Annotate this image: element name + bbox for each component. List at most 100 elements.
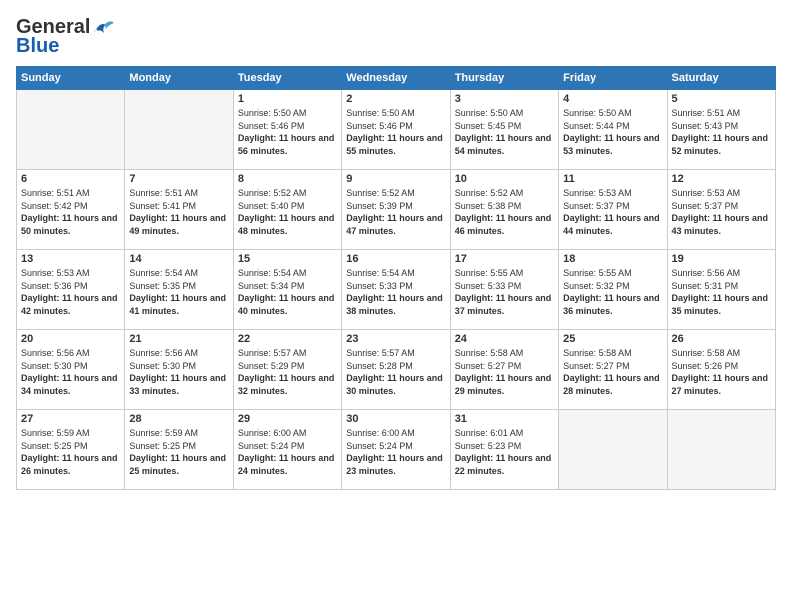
calendar-cell: 21Sunrise: 5:56 AMSunset: 5:30 PMDayligh… (125, 330, 233, 410)
day-info: Sunrise: 5:50 AMSunset: 5:45 PMDaylight:… (455, 107, 554, 157)
calendar-cell: 11 Sunrise: 5:53 AMSunset: 5:37 PMDayligh… (559, 170, 667, 250)
day-info: Sunrise: 5:53 AMSunset: 5:36 PMDaylight:… (21, 267, 120, 317)
calendar-cell (667, 410, 775, 490)
day-info: Sunrise: 5:56 AMSunset: 5:30 PMDaylight:… (129, 347, 228, 397)
calendar-cell: 26Sunrise: 5:58 AMSunset: 5:26 PMDayligh… (667, 330, 775, 410)
column-header-wednesday: Wednesday (342, 67, 450, 90)
day-number: 30 (346, 413, 445, 425)
calendar-cell: 6 Sunrise: 5:51 AMSunset: 5:42 PMDaylight… (17, 170, 125, 250)
day-number: 10 (455, 173, 554, 185)
logo-bird-icon (92, 19, 114, 37)
day-info: Sunrise: 5:54 AMSunset: 5:35 PMDaylight:… (129, 267, 228, 317)
day-info: Sunrise: 5:52 AMSunset: 5:38 PMDaylight:… (455, 187, 554, 237)
calendar-cell: 15 Sunrise: 5:54 AMSunset: 5:34 PMDayligh… (233, 250, 341, 330)
calendar-cell: 17 Sunrise: 5:55 AMSunset: 5:33 PMDayligh… (450, 250, 558, 330)
column-header-thursday: Thursday (450, 67, 558, 90)
calendar-cell: 25 Sunrise: 5:58 AMSunset: 5:27 PMDayligh… (559, 330, 667, 410)
day-number: 11 (563, 173, 662, 185)
day-number: 2 (346, 93, 445, 105)
day-info: Sunrise: 5:50 AMSunset: 5:46 PMDaylight:… (238, 107, 337, 157)
day-number: 24 (455, 333, 554, 345)
calendar-cell: 8Sunrise: 5:52 AMSunset: 5:40 PMDaylight… (233, 170, 341, 250)
calendar-cell: 27 Sunrise: 5:59 AMSunset: 5:25 PMDayligh… (17, 410, 125, 490)
calendar-cell: 13 Sunrise: 5:53 AMSunset: 5:36 PMDayligh… (17, 250, 125, 330)
day-number: 28 (129, 413, 228, 425)
column-header-friday: Friday (559, 67, 667, 90)
calendar-cell: 5 Sunrise: 5:51 AMSunset: 5:43 PMDaylight… (667, 90, 775, 170)
day-number: 15 (238, 253, 337, 265)
day-info: Sunrise: 5:59 AMSunset: 5:25 PMDaylight:… (129, 427, 228, 477)
day-info: Sunrise: 5:51 AMSunset: 5:43 PMDaylight:… (672, 107, 771, 157)
day-info: Sunrise: 5:51 AMSunset: 5:41 PMDaylight:… (129, 187, 228, 237)
day-number: 27 (21, 413, 120, 425)
calendar-cell: 24Sunrise: 5:58 AMSunset: 5:27 PMDayligh… (450, 330, 558, 410)
calendar-week-row: 13 Sunrise: 5:53 AMSunset: 5:36 PMDayligh… (17, 250, 776, 330)
day-number: 29 (238, 413, 337, 425)
calendar-week-row: 20 Sunrise: 5:56 AMSunset: 5:30 PMDayligh… (17, 330, 776, 410)
day-number: 16 (346, 253, 445, 265)
calendar-header-row: SundayMondayTuesdayWednesdayThursdayFrid… (17, 67, 776, 90)
day-number: 12 (672, 173, 771, 185)
day-info: Sunrise: 5:59 AMSunset: 5:25 PMDaylight:… (21, 427, 120, 477)
calendar-week-row: 6 Sunrise: 5:51 AMSunset: 5:42 PMDaylight… (17, 170, 776, 250)
logo-blue: Blue (16, 35, 59, 58)
column-header-tuesday: Tuesday (233, 67, 341, 90)
calendar-cell: 14 Sunrise: 5:54 AMSunset: 5:35 PMDayligh… (125, 250, 233, 330)
day-info: Sunrise: 5:52 AMSunset: 5:40 PMDaylight:… (238, 187, 337, 237)
calendar-week-row: 27 Sunrise: 5:59 AMSunset: 5:25 PMDayligh… (17, 410, 776, 490)
calendar-cell: 30 Sunrise: 6:00 AMSunset: 5:24 PMDayligh… (342, 410, 450, 490)
day-info: Sunrise: 5:50 AMSunset: 5:44 PMDaylight:… (563, 107, 662, 157)
calendar-cell: 16 Sunrise: 5:54 AMSunset: 5:33 PMDayligh… (342, 250, 450, 330)
day-number: 31 (455, 413, 554, 425)
day-number: 9 (346, 173, 445, 185)
day-info: Sunrise: 6:00 AMSunset: 5:24 PMDaylight:… (238, 427, 337, 477)
page-header: General Blue (16, 16, 776, 58)
calendar-cell (125, 90, 233, 170)
day-number: 13 (21, 253, 120, 265)
logo: General Blue (16, 16, 114, 58)
day-info: Sunrise: 5:54 AMSunset: 5:34 PMDaylight:… (238, 267, 337, 317)
day-number: 20 (21, 333, 120, 345)
calendar-cell: 9 Sunrise: 5:52 AMSunset: 5:39 PMDaylight… (342, 170, 450, 250)
calendar-cell: 2 Sunrise: 5:50 AMSunset: 5:46 PMDaylight… (342, 90, 450, 170)
day-info: Sunrise: 6:00 AMSunset: 5:24 PMDaylight:… (346, 427, 445, 477)
day-number: 7 (129, 173, 228, 185)
day-number: 25 (563, 333, 662, 345)
calendar-cell: 3 Sunrise: 5:50 AMSunset: 5:45 PMDaylight… (450, 90, 558, 170)
day-number: 14 (129, 253, 228, 265)
column-header-monday: Monday (125, 67, 233, 90)
day-info: Sunrise: 5:55 AMSunset: 5:33 PMDaylight:… (455, 267, 554, 317)
day-info: Sunrise: 5:54 AMSunset: 5:33 PMDaylight:… (346, 267, 445, 317)
day-info: Sunrise: 5:50 AMSunset: 5:46 PMDaylight:… (346, 107, 445, 157)
calendar-cell: 1Sunrise: 5:50 AMSunset: 5:46 PMDaylight… (233, 90, 341, 170)
day-number: 17 (455, 253, 554, 265)
calendar-cell (559, 410, 667, 490)
calendar-cell: 19Sunrise: 5:56 AMSunset: 5:31 PMDayligh… (667, 250, 775, 330)
calendar-cell: 22Sunrise: 5:57 AMSunset: 5:29 PMDayligh… (233, 330, 341, 410)
day-info: Sunrise: 5:57 AMSunset: 5:29 PMDaylight:… (238, 347, 337, 397)
day-info: Sunrise: 5:58 AMSunset: 5:27 PMDaylight:… (563, 347, 662, 397)
day-info: Sunrise: 5:51 AMSunset: 5:42 PMDaylight:… (21, 187, 120, 237)
calendar-cell: 7 Sunrise: 5:51 AMSunset: 5:41 PMDaylight… (125, 170, 233, 250)
day-info: Sunrise: 6:01 AMSunset: 5:23 PMDaylight:… (455, 427, 554, 477)
calendar-cell: 23Sunrise: 5:57 AMSunset: 5:28 PMDayligh… (342, 330, 450, 410)
day-info: Sunrise: 5:52 AMSunset: 5:39 PMDaylight:… (346, 187, 445, 237)
calendar-cell: 20 Sunrise: 5:56 AMSunset: 5:30 PMDayligh… (17, 330, 125, 410)
column-header-sunday: Sunday (17, 67, 125, 90)
day-info: Sunrise: 5:57 AMSunset: 5:28 PMDaylight:… (346, 347, 445, 397)
day-info: Sunrise: 5:56 AMSunset: 5:30 PMDaylight:… (21, 347, 120, 397)
calendar-cell: 31 Sunrise: 6:01 AMSunset: 5:23 PMDayligh… (450, 410, 558, 490)
day-info: Sunrise: 5:53 AMSunset: 5:37 PMDaylight:… (563, 187, 662, 237)
calendar-cell: 18Sunrise: 5:55 AMSunset: 5:32 PMDayligh… (559, 250, 667, 330)
day-number: 26 (672, 333, 771, 345)
calendar-cell (17, 90, 125, 170)
calendar-cell: 28 Sunrise: 5:59 AMSunset: 5:25 PMDayligh… (125, 410, 233, 490)
day-number: 5 (672, 93, 771, 105)
day-info: Sunrise: 5:55 AMSunset: 5:32 PMDaylight:… (563, 267, 662, 317)
calendar-cell: 12Sunrise: 5:53 AMSunset: 5:37 PMDayligh… (667, 170, 775, 250)
day-number: 6 (21, 173, 120, 185)
day-number: 19 (672, 253, 771, 265)
day-number: 3 (455, 93, 554, 105)
calendar-cell: 4Sunrise: 5:50 AMSunset: 5:44 PMDaylight… (559, 90, 667, 170)
calendar-cell: 10 Sunrise: 5:52 AMSunset: 5:38 PMDayligh… (450, 170, 558, 250)
